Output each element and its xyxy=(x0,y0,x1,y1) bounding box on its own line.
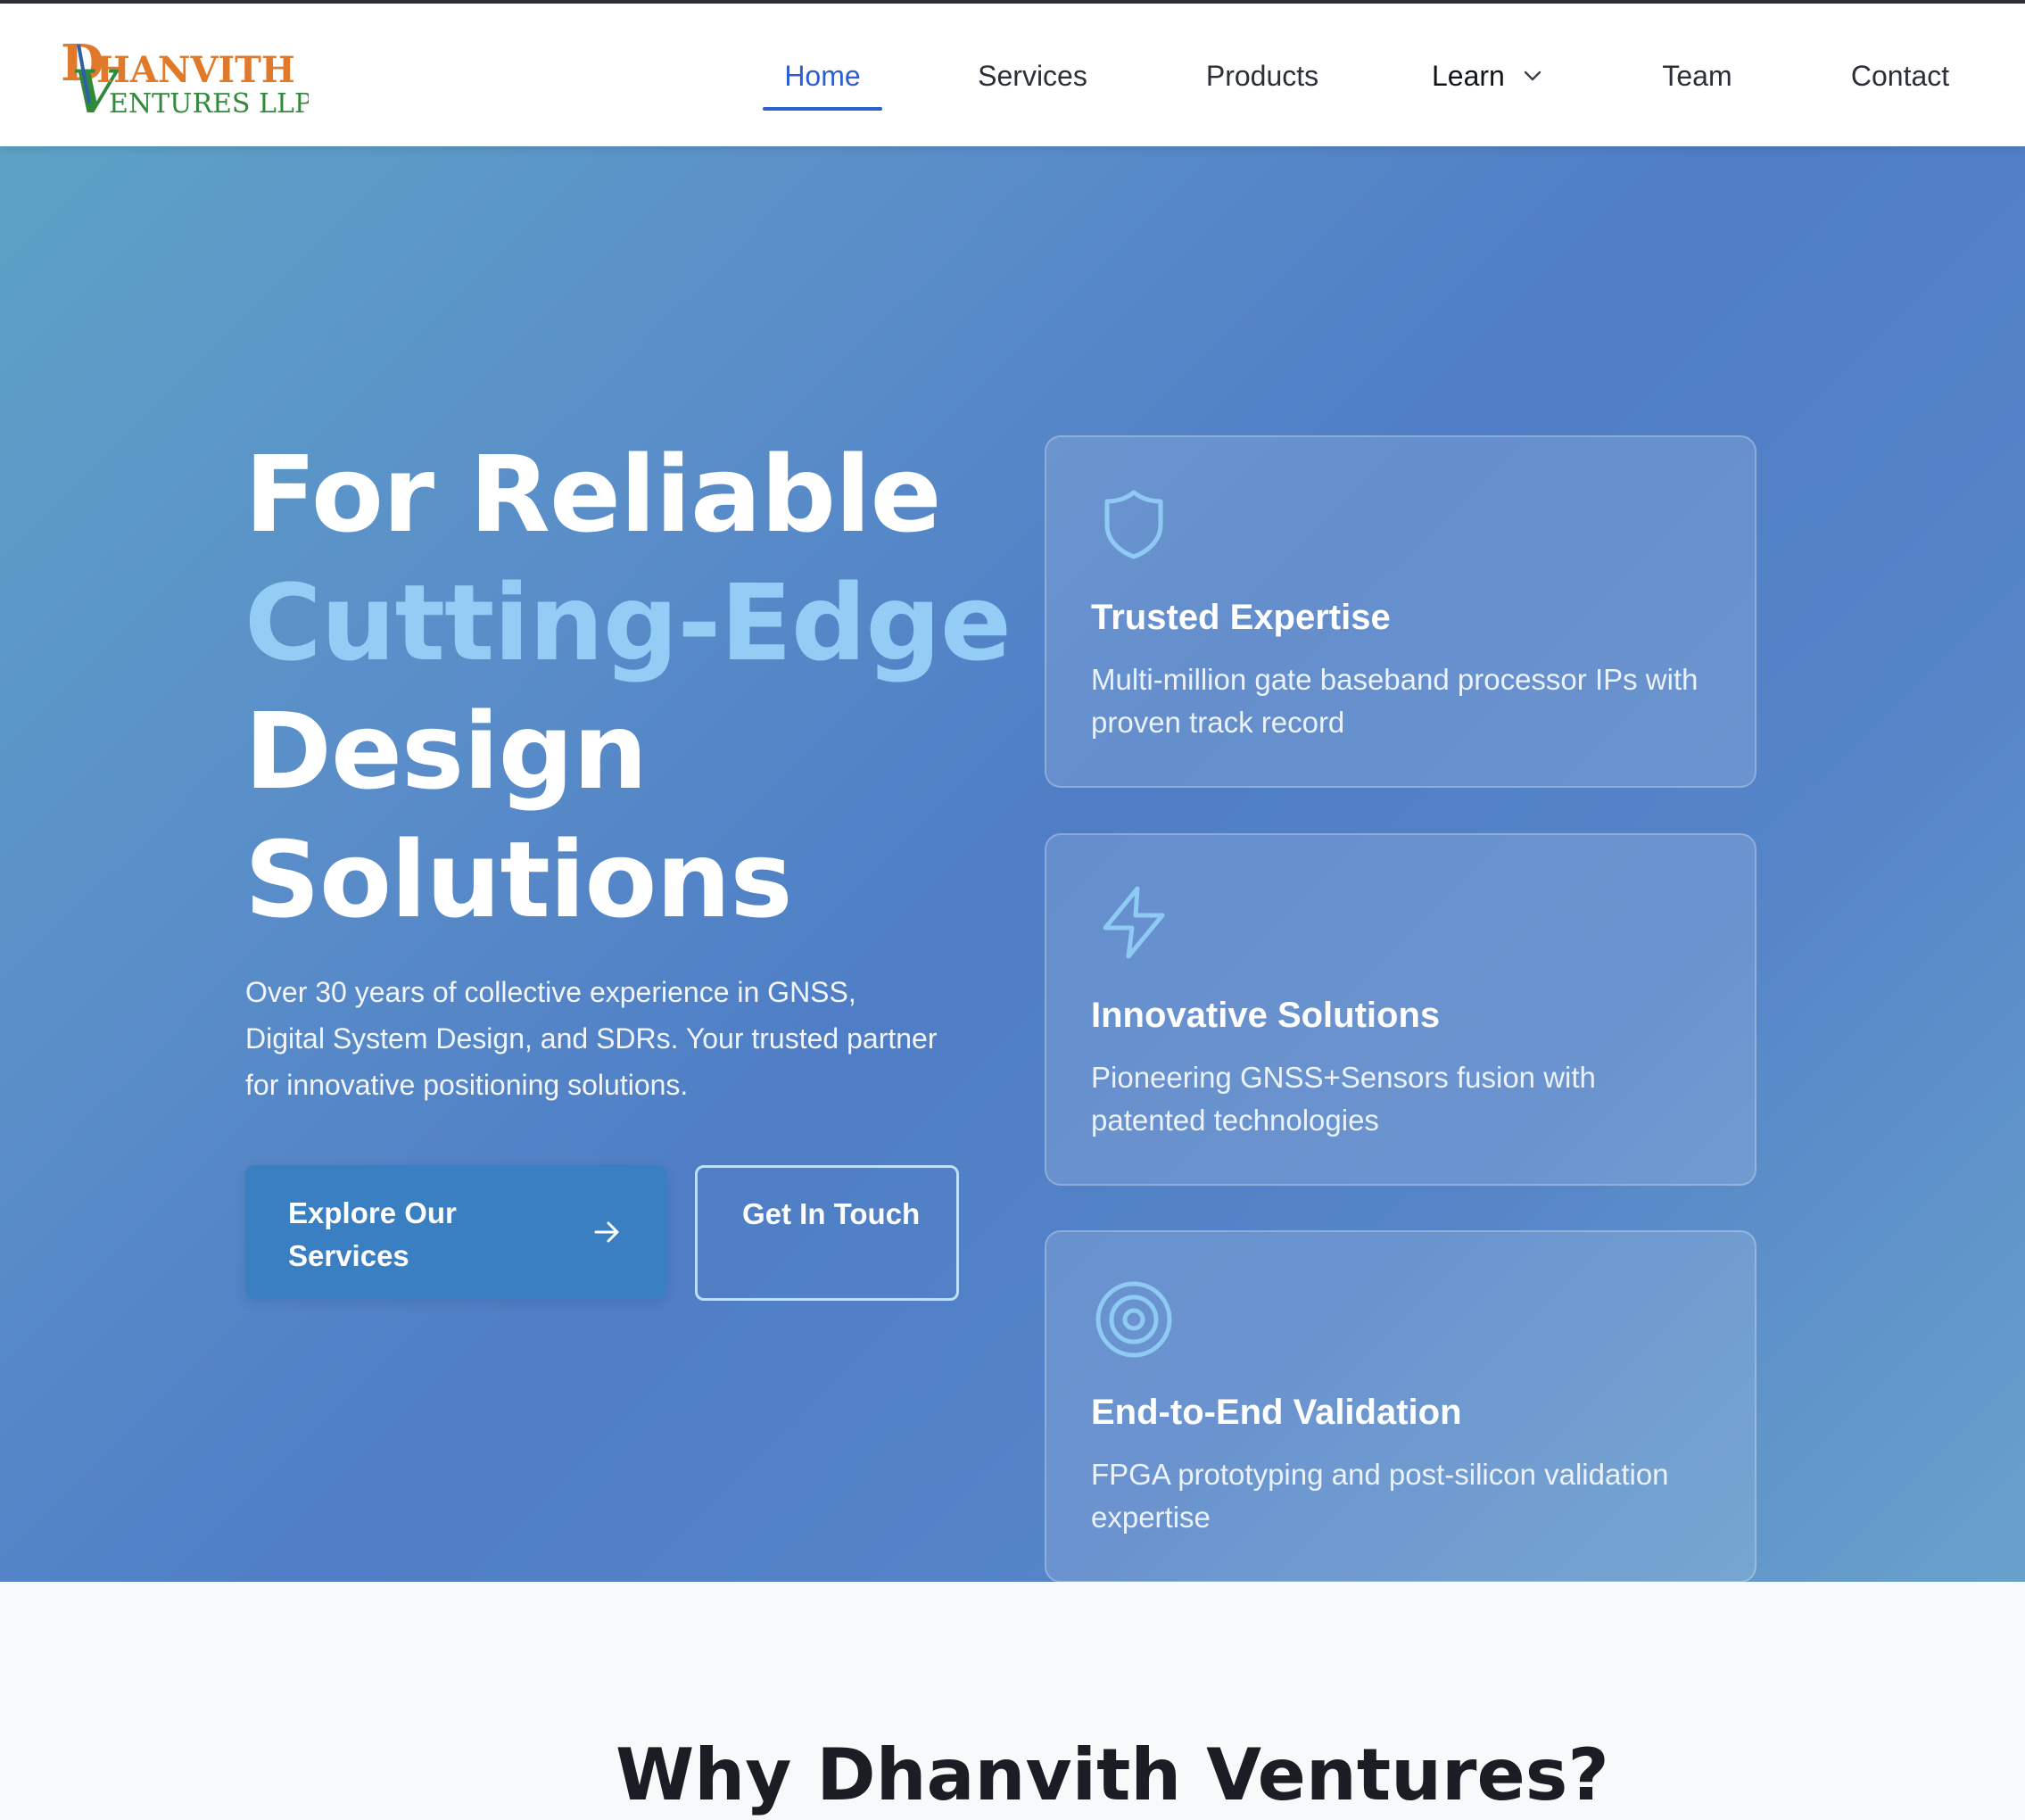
feature-description: Multi-million gate baseband processor IP… xyxy=(1091,663,1699,739)
arrow-right-icon xyxy=(594,1221,619,1243)
hero-section: For Reliable Cutting-Edge Design Solutio… xyxy=(0,146,2025,1583)
feature-description: Pioneering GNSS+Sensors fusion with pate… xyxy=(1091,1061,1596,1137)
headline-line-4: Solutions xyxy=(244,818,793,941)
nav-products[interactable]: Products xyxy=(1195,54,1329,98)
shield-icon xyxy=(1104,490,1163,559)
svg-text:ENTURES LLP: ENTURES LLP xyxy=(109,88,309,120)
nav-contact[interactable]: Contact xyxy=(1838,54,1963,98)
explore-services-button[interactable]: Explore Our Services xyxy=(245,1165,666,1299)
nav-team[interactable]: Team xyxy=(1650,54,1744,98)
nav-home[interactable]: Home xyxy=(763,54,882,98)
headline-line-3: Design xyxy=(244,690,648,813)
feature-title: Innovative Solutions xyxy=(1091,996,1441,1035)
why-section-heading: Why Dhanvith Ventures? xyxy=(616,1733,1609,1816)
company-logo[interactable]: D V HANVITH ENTURES LLP xyxy=(59,27,312,127)
nav-learn[interactable]: Learn xyxy=(1432,54,1548,98)
feature-title: Trusted Expertise xyxy=(1091,598,1391,637)
site-header: D V HANVITH ENTURES LLP Home Services Pr… xyxy=(0,4,2025,146)
hero-intro-text: Over 30 years of collective experience i… xyxy=(245,976,938,1101)
nav-services[interactable]: Services xyxy=(963,54,1102,98)
nav-active-indicator xyxy=(763,107,882,111)
hero-headline: For Reliable Cutting-Edge Design Solutio… xyxy=(244,430,1047,944)
feature-title: End-to-End Validation xyxy=(1091,1393,1462,1432)
target-icon xyxy=(1095,1281,1172,1358)
feature-description: FPGA prototyping and post-silicon valida… xyxy=(1091,1458,1669,1534)
headline-line-2-accent: Cutting-Edge xyxy=(244,561,1012,684)
feature-card-trusted-expertise: Trusted Expertise Multi-million gate bas… xyxy=(1045,435,1756,788)
explore-services-label: Explore Our Services xyxy=(288,1196,457,1272)
lightning-icon xyxy=(1103,886,1165,959)
nav-learn-label: Learn xyxy=(1432,60,1505,92)
logo-mark: D V HANVITH ENTURES LLP xyxy=(61,34,312,127)
svg-text:HANVITH: HANVITH xyxy=(96,49,295,91)
get-in-touch-label: Get In Touch xyxy=(742,1197,921,1230)
chevron-down-icon xyxy=(1524,70,1541,81)
get-in-touch-button[interactable]: Get In Touch xyxy=(695,1165,959,1301)
headline-line-1: For Reliable xyxy=(244,433,942,556)
feature-card-end-to-end-validation: End-to-End Validation FPGA prototyping a… xyxy=(1045,1230,1756,1583)
feature-card-innovative-solutions: Innovative Solutions Pioneering GNSS+Sen… xyxy=(1045,833,1756,1186)
